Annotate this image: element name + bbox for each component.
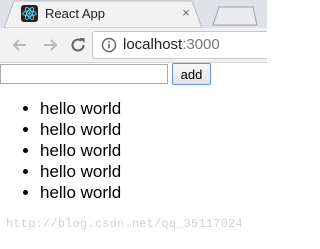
new-tab-icon (212, 6, 258, 26)
watermark: http://blog.csdn.net/qq_35117024 (6, 217, 243, 231)
tab-strip: React App × (0, 0, 267, 28)
close-icon[interactable]: × (179, 6, 193, 20)
url-port: :3000 (182, 36, 220, 53)
list-item: hello world (40, 182, 121, 203)
list-item: hello world (40, 140, 121, 161)
react-logo-icon (21, 5, 38, 22)
list-item: hello world (40, 119, 121, 140)
add-button[interactable]: add (172, 63, 211, 85)
list-item: hello world (40, 161, 121, 182)
url-host: localhost (123, 36, 183, 53)
new-tab-button[interactable] (209, 4, 259, 26)
browser-toolbar: localhost:3000 (0, 28, 267, 63)
address-bar[interactable]: localhost:3000 (92, 31, 267, 59)
url-text: localhost:3000 (123, 36, 220, 53)
todo-list: hello world hello world hello world hell… (0, 98, 121, 203)
info-icon[interactable] (101, 37, 117, 53)
browser-window: React App × localhost:3000 add • hello w… (0, 0, 267, 249)
list-item: hello world (40, 98, 121, 119)
forward-arrow-icon[interactable] (40, 35, 60, 55)
reload-icon[interactable] (68, 35, 88, 55)
tab-title: React App (45, 6, 105, 21)
todo-input[interactable] (0, 64, 168, 84)
back-arrow-icon[interactable] (10, 35, 30, 55)
tab-react-app[interactable]: React App × (4, 0, 204, 28)
